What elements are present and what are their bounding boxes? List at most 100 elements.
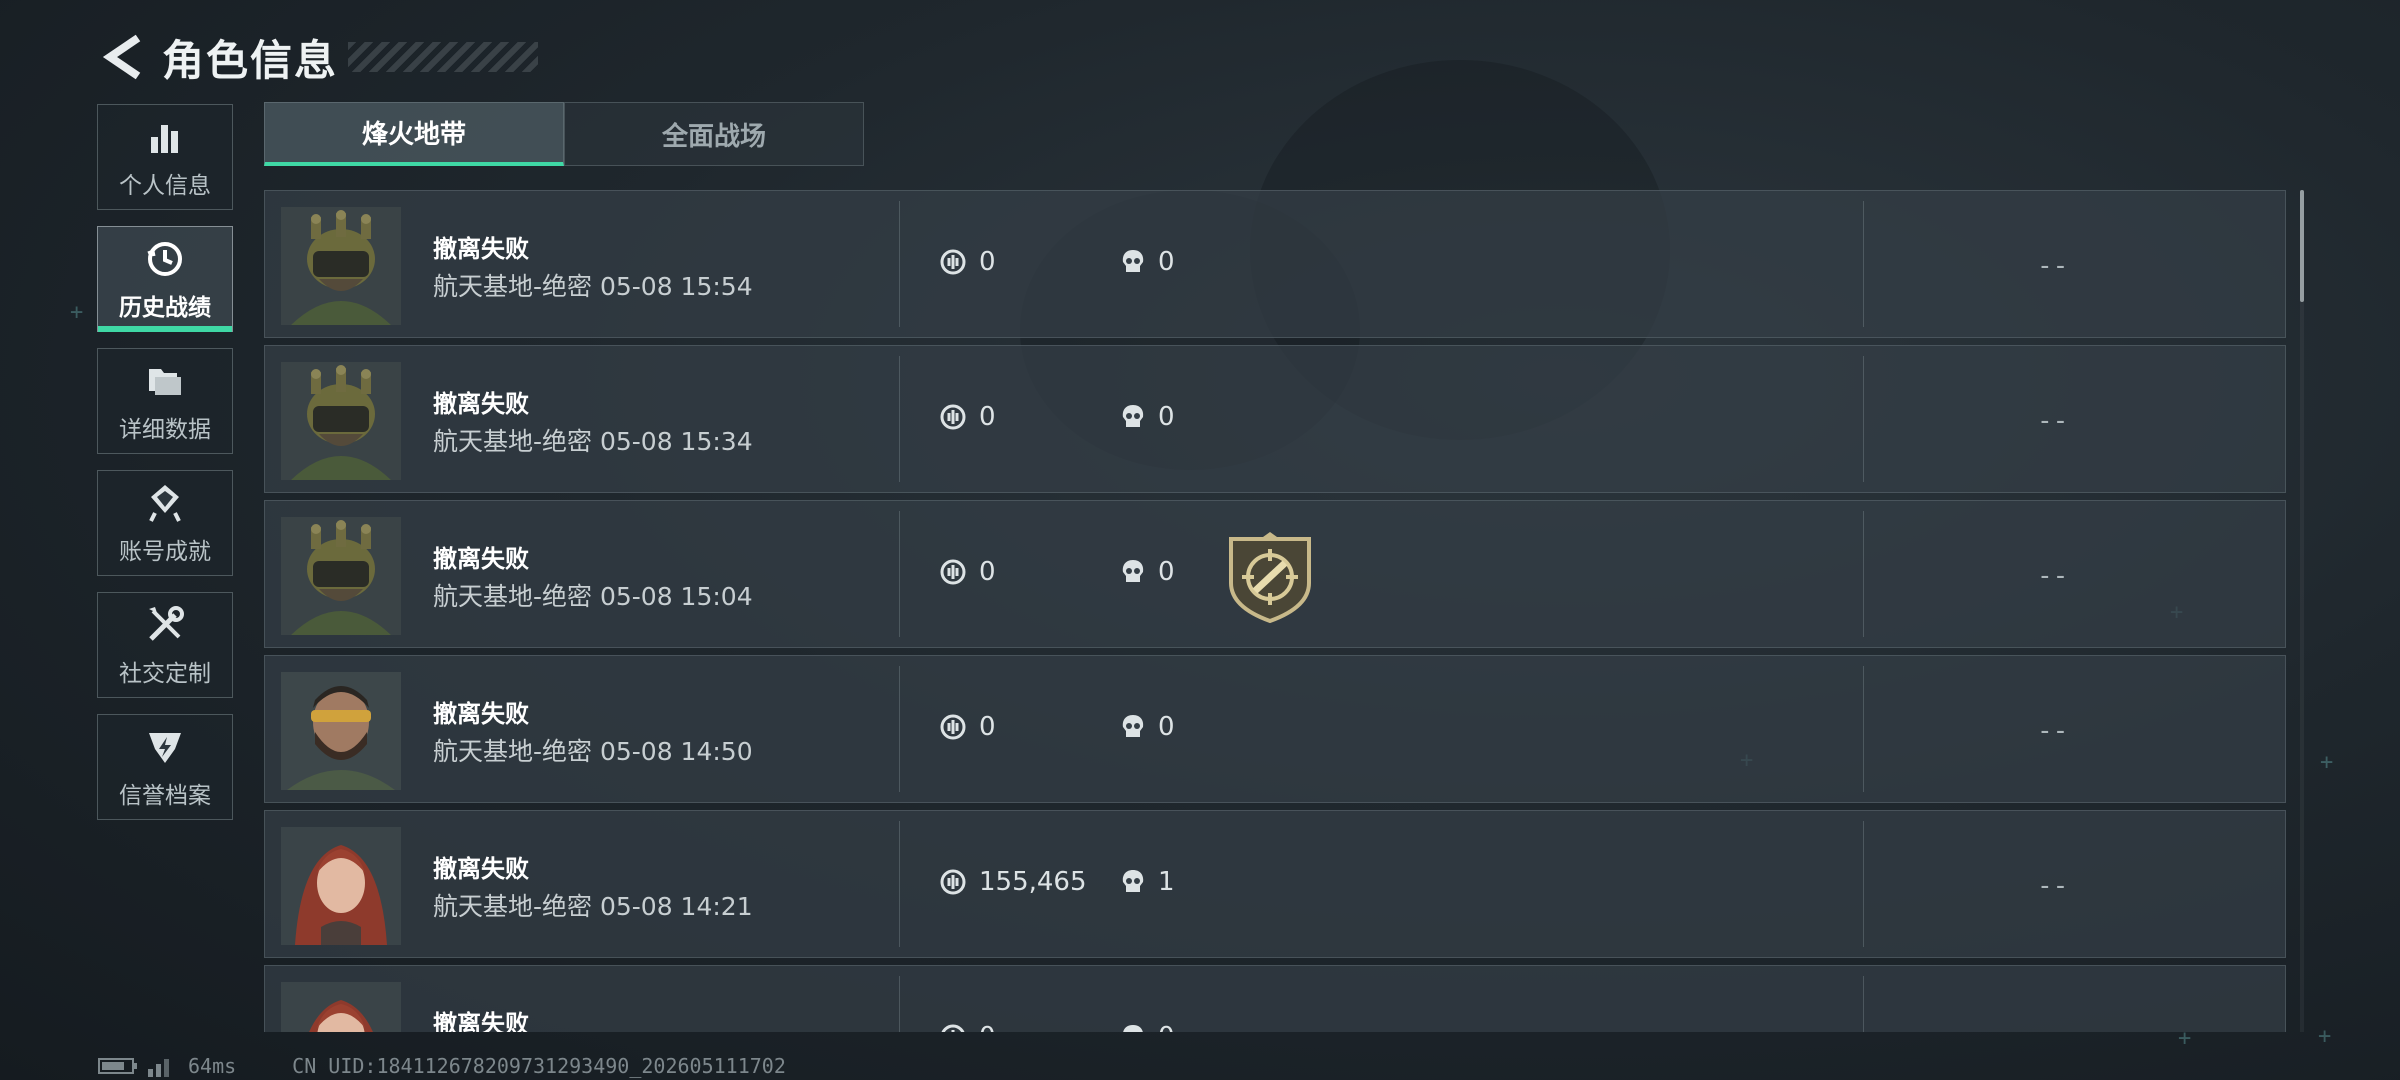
sidebar-item-social-custom[interactable]: 社交定制 bbox=[97, 592, 233, 698]
operator-avatar bbox=[281, 362, 401, 480]
match-result: -- bbox=[2037, 1026, 2068, 1032]
kill-count: 0 bbox=[1158, 712, 1175, 742]
match-map-time: 航天基地-绝密 05-08 14:50 bbox=[433, 737, 753, 766]
match-row[interactable]: 撤离失败 0 0 -- bbox=[264, 965, 2286, 1032]
extraction-status: 撤离失败 bbox=[433, 545, 529, 573]
title-decoration bbox=[348, 42, 539, 72]
skull-icon bbox=[1122, 405, 1144, 427]
sidebar-item-personal-info[interactable]: 个人信息 bbox=[97, 104, 233, 210]
match-map-time: 航天基地-绝密 05-08 14:21 bbox=[433, 892, 753, 921]
extraction-status: 撤离失败 bbox=[433, 390, 529, 418]
loot-value: 0 bbox=[979, 402, 996, 432]
red-hair-operator-portrait bbox=[281, 982, 401, 1032]
red-hair-operator-portrait bbox=[281, 827, 401, 945]
divider bbox=[1863, 821, 1864, 947]
divider bbox=[899, 511, 900, 637]
mode-tabs: 烽火地带 全面战场 bbox=[264, 102, 864, 166]
divider bbox=[1863, 666, 1864, 792]
battery-icon bbox=[98, 1058, 137, 1074]
operator-avatar bbox=[281, 207, 401, 325]
skull-icon bbox=[1122, 250, 1144, 272]
divider bbox=[899, 976, 900, 1032]
coin-icon bbox=[940, 559, 966, 585]
tab-full-battlefield[interactable]: 全面战场 bbox=[564, 102, 864, 166]
kill-count-stat: 0 bbox=[1120, 557, 1175, 587]
user-uid: CN UID:18411267820973129349­0_2026051117… bbox=[292, 1054, 786, 1078]
loot-value-stat: 155,465 bbox=[939, 867, 1087, 897]
loot-value-stat: 0 bbox=[939, 712, 996, 742]
operator-avatar bbox=[281, 672, 401, 790]
divider bbox=[1863, 356, 1864, 482]
match-result: -- bbox=[2037, 561, 2069, 591]
sidebar-item-label: 账号成就 bbox=[119, 539, 211, 565]
kill-count-stat: 0 bbox=[1120, 712, 1175, 742]
coin-icon bbox=[941, 1024, 965, 1032]
network-ping: 64ms bbox=[188, 1054, 237, 1078]
match-result: -- bbox=[2037, 871, 2069, 901]
sidebar-item-label: 历史战绩 bbox=[119, 295, 211, 321]
page-header: 角色信息 bbox=[98, 22, 539, 92]
match-row[interactable]: 撤离失败 航天基地-绝密 05-08 15:04 0 0 -- bbox=[264, 500, 2286, 648]
sidebar-item-label: 社交定制 bbox=[119, 661, 211, 687]
match-result: -- bbox=[2037, 251, 2069, 281]
sidebar: 个人信息 历史战绩 详细数据 账号成就 社交定制 信誉档案 bbox=[97, 104, 235, 836]
loot-value-stat: 0 bbox=[939, 247, 996, 277]
sidebar-item-detailed-data[interactable]: 详细数据 bbox=[97, 348, 233, 454]
kill-count-stat: 1 bbox=[1120, 867, 1175, 897]
extraction-status: 撤离失败 bbox=[433, 700, 529, 728]
list-scrollbar[interactable] bbox=[2300, 190, 2304, 1032]
sidebar-item-label: 详细数据 bbox=[119, 417, 211, 443]
tab-warzone-zone[interactable]: 烽火地带 bbox=[264, 102, 564, 166]
skull-icon bbox=[1122, 715, 1144, 737]
coin-icon bbox=[940, 249, 966, 275]
scrollbar-thumb[interactable] bbox=[2300, 190, 2304, 302]
loot-value-stat: 0 bbox=[939, 402, 996, 432]
divider bbox=[899, 666, 900, 792]
loot-value: 0 bbox=[979, 1022, 996, 1032]
bearded-operator-portrait bbox=[281, 672, 401, 790]
operator-avatar bbox=[281, 517, 401, 635]
kill-count: 1 bbox=[1158, 867, 1175, 897]
extraction-status: 撤离失败 bbox=[433, 235, 529, 263]
skull-icon bbox=[1122, 870, 1144, 892]
match-row[interactable]: 撤离失败 航天基地-绝密 05-08 14:50 0 0 -- bbox=[264, 655, 2286, 803]
loot-value: 0 bbox=[979, 712, 996, 742]
match-row[interactable]: 撤离失败 航天基地-绝密 05-08 15:54 0 0 -- bbox=[264, 190, 2286, 338]
sidebar-item-reputation[interactable]: 信誉档案 bbox=[97, 714, 233, 820]
extraction-status: 撤离失败 bbox=[433, 1010, 529, 1032]
match-result: -- bbox=[2037, 406, 2069, 436]
divider bbox=[1863, 976, 1864, 1032]
sidebar-item-match-history[interactable]: 历史战绩 bbox=[97, 226, 233, 332]
skull-icon bbox=[1123, 1025, 1143, 1032]
match-row[interactable]: 撤离失败 航天基地-绝密 05-08 15:34 0 0 -- bbox=[264, 345, 2286, 493]
signal-icon bbox=[148, 1059, 169, 1077]
kill-count: 0 bbox=[1158, 402, 1175, 432]
helmet-operator-portrait bbox=[281, 362, 401, 480]
match-row[interactable]: 撤离失败 航天基地-绝密 05-08 14:21 155,465 1 -- bbox=[264, 810, 2286, 958]
divider bbox=[899, 201, 900, 327]
coin-icon bbox=[940, 714, 966, 740]
medal-icon bbox=[149, 485, 181, 522]
sidebar-item-achievements[interactable]: 账号成就 bbox=[97, 470, 233, 576]
extraction-status: 撤离失败 bbox=[433, 855, 529, 883]
kill-count-stat: 0 bbox=[1120, 1022, 1175, 1032]
back-button[interactable] bbox=[98, 27, 148, 87]
sidebar-item-label: 个人信息 bbox=[119, 173, 211, 199]
page-title: 角色信息 bbox=[162, 35, 339, 85]
divider bbox=[1863, 511, 1864, 637]
operator-avatar bbox=[281, 982, 401, 1032]
kill-count: 0 bbox=[1158, 1022, 1175, 1032]
loot-value-stat: 0 bbox=[939, 1022, 996, 1032]
match-map-time: 航天基地-绝密 05-08 15:34 bbox=[433, 427, 753, 456]
coin-icon bbox=[940, 404, 966, 430]
kill-count-stat: 0 bbox=[1120, 247, 1175, 277]
kill-count: 0 bbox=[1158, 247, 1175, 277]
bar-chart-icon bbox=[151, 125, 178, 153]
kill-count: 0 bbox=[1158, 557, 1175, 587]
helmet-operator-portrait bbox=[281, 207, 401, 325]
achievement-badge[interactable] bbox=[1225, 531, 1315, 627]
helmet-operator-portrait bbox=[281, 517, 401, 635]
crosshair-shield-badge-icon bbox=[1229, 532, 1311, 624]
divider bbox=[1863, 201, 1864, 327]
background-crosshair: + bbox=[2320, 750, 2334, 775]
